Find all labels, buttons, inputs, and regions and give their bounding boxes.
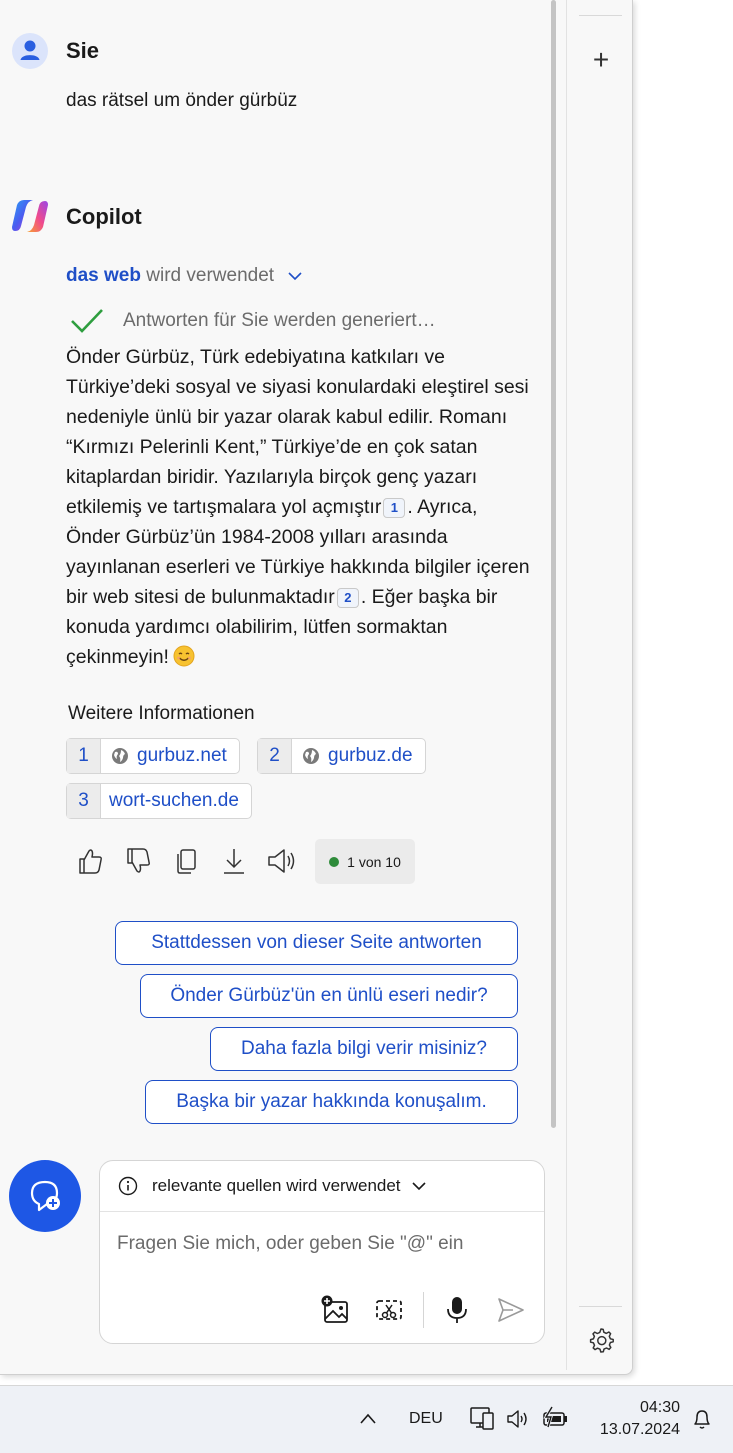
new-topic-button[interactable] bbox=[9, 1160, 81, 1232]
chevron-down-icon bbox=[288, 272, 302, 281]
suggestion-2[interactable]: Önder Gürbüz'ün en ünlü eseri nedir? bbox=[140, 974, 518, 1018]
context-label: relevante quellen wird verwendet bbox=[152, 1176, 401, 1195]
counter-text: 1 von 10 bbox=[347, 853, 401, 870]
source-link: wort-suchen.de bbox=[109, 790, 239, 811]
source-chip-2[interactable]: 2 gurbuz.de bbox=[257, 738, 426, 774]
user-avatar bbox=[12, 33, 48, 69]
web-search-status[interactable]: das web wird verwendet bbox=[66, 265, 303, 287]
language-indicator[interactable]: DEU bbox=[409, 1410, 443, 1428]
user-sender-name: Sie bbox=[66, 38, 100, 63]
source-chip-1[interactable]: 1 gurbuz.net bbox=[66, 738, 240, 774]
send-icon[interactable] bbox=[496, 1295, 526, 1325]
volume-icon[interactable] bbox=[505, 1407, 531, 1431]
status-dot bbox=[329, 856, 340, 867]
chat-area: Sie das rätsel um önder gürbüz Copilot d… bbox=[0, 0, 566, 1370]
clock-date: 13.07.2024 bbox=[599, 1421, 680, 1438]
copilot-window: Sie das rätsel um önder gürbüz Copilot d… bbox=[0, 0, 633, 1375]
notification-bell-icon[interactable] bbox=[691, 1407, 713, 1431]
thumbs-down-icon[interactable] bbox=[124, 846, 152, 876]
globe-icon bbox=[112, 748, 128, 764]
microphone-icon[interactable] bbox=[442, 1295, 472, 1325]
network-icon[interactable] bbox=[468, 1405, 496, 1431]
right-rail: + bbox=[566, 0, 632, 1370]
generating-status: Antworten für Sie werden generiert… bbox=[70, 308, 436, 334]
system-clock[interactable]: 04:30 13.07.2024 bbox=[588, 1397, 680, 1441]
rail-divider bbox=[579, 1306, 622, 1307]
chat-scrollbar[interactable] bbox=[551, 0, 556, 1128]
citation-2[interactable]: 2 bbox=[336, 587, 359, 608]
suggestion-4[interactable]: Başka bir yazar hakkında konuşalım. bbox=[145, 1080, 518, 1124]
chat-input[interactable] bbox=[117, 1233, 517, 1255]
download-icon[interactable] bbox=[220, 846, 248, 876]
source-link: gurbuz.net bbox=[137, 745, 227, 766]
response-counter: 1 von 10 bbox=[315, 839, 415, 884]
chevron-down-icon bbox=[411, 1182, 426, 1191]
globe-icon bbox=[303, 748, 319, 764]
user-icon bbox=[20, 40, 40, 60]
context-selector[interactable]: relevante quellen wird verwendet bbox=[100, 1161, 544, 1212]
more-information-title: Weitere Informationen bbox=[68, 703, 255, 724]
add-image-icon[interactable] bbox=[320, 1295, 350, 1325]
info-icon bbox=[118, 1176, 138, 1196]
source-number: 1 bbox=[67, 739, 101, 773]
source-link: gurbuz.de bbox=[328, 745, 413, 766]
rail-divider bbox=[579, 15, 622, 16]
citation-1[interactable]: 1 bbox=[383, 497, 406, 518]
web-status-highlight: das web bbox=[66, 265, 141, 286]
suggestion-1[interactable]: Stattdessen von dieser Seite antworten bbox=[115, 921, 518, 965]
answer-paragraph-1: Önder Gürbüz, Türk edebiyatına katkıları… bbox=[66, 346, 529, 518]
thumbs-up-icon[interactable] bbox=[76, 846, 104, 876]
copilot-sender-name: Copilot bbox=[66, 204, 142, 229]
copilot-logo-icon bbox=[12, 200, 48, 232]
copy-icon[interactable] bbox=[173, 846, 201, 876]
chat-add-icon bbox=[30, 1180, 60, 1212]
source-number: 3 bbox=[67, 784, 101, 818]
speaker-icon[interactable] bbox=[266, 846, 300, 876]
checkmark-icon bbox=[71, 309, 103, 333]
clock-time: 04:30 bbox=[639, 1399, 680, 1416]
source-chip-3[interactable]: 3 wort-suchen.de bbox=[66, 783, 252, 819]
smiling-face-emoji-icon bbox=[173, 645, 195, 667]
suggestion-3[interactable]: Daha fazla bilgi verir misiniz? bbox=[210, 1027, 518, 1071]
generating-text: Antworten für Sie werden generiert… bbox=[123, 310, 436, 331]
battery-charging-icon[interactable] bbox=[540, 1405, 570, 1431]
source-number: 2 bbox=[258, 739, 292, 773]
screenshot-snip-icon[interactable] bbox=[374, 1295, 404, 1325]
toolbar-divider bbox=[423, 1292, 424, 1328]
user-message-text: das rätsel um önder gürbüz bbox=[66, 90, 298, 111]
web-status-text: wird verwendet bbox=[146, 265, 275, 286]
answer-text: Önder Gürbüz, Türk edebiyatına katkıları… bbox=[66, 342, 536, 672]
chevron-up-icon[interactable] bbox=[358, 1410, 378, 1428]
gear-icon[interactable] bbox=[587, 1326, 615, 1354]
plus-icon[interactable]: + bbox=[589, 46, 613, 74]
